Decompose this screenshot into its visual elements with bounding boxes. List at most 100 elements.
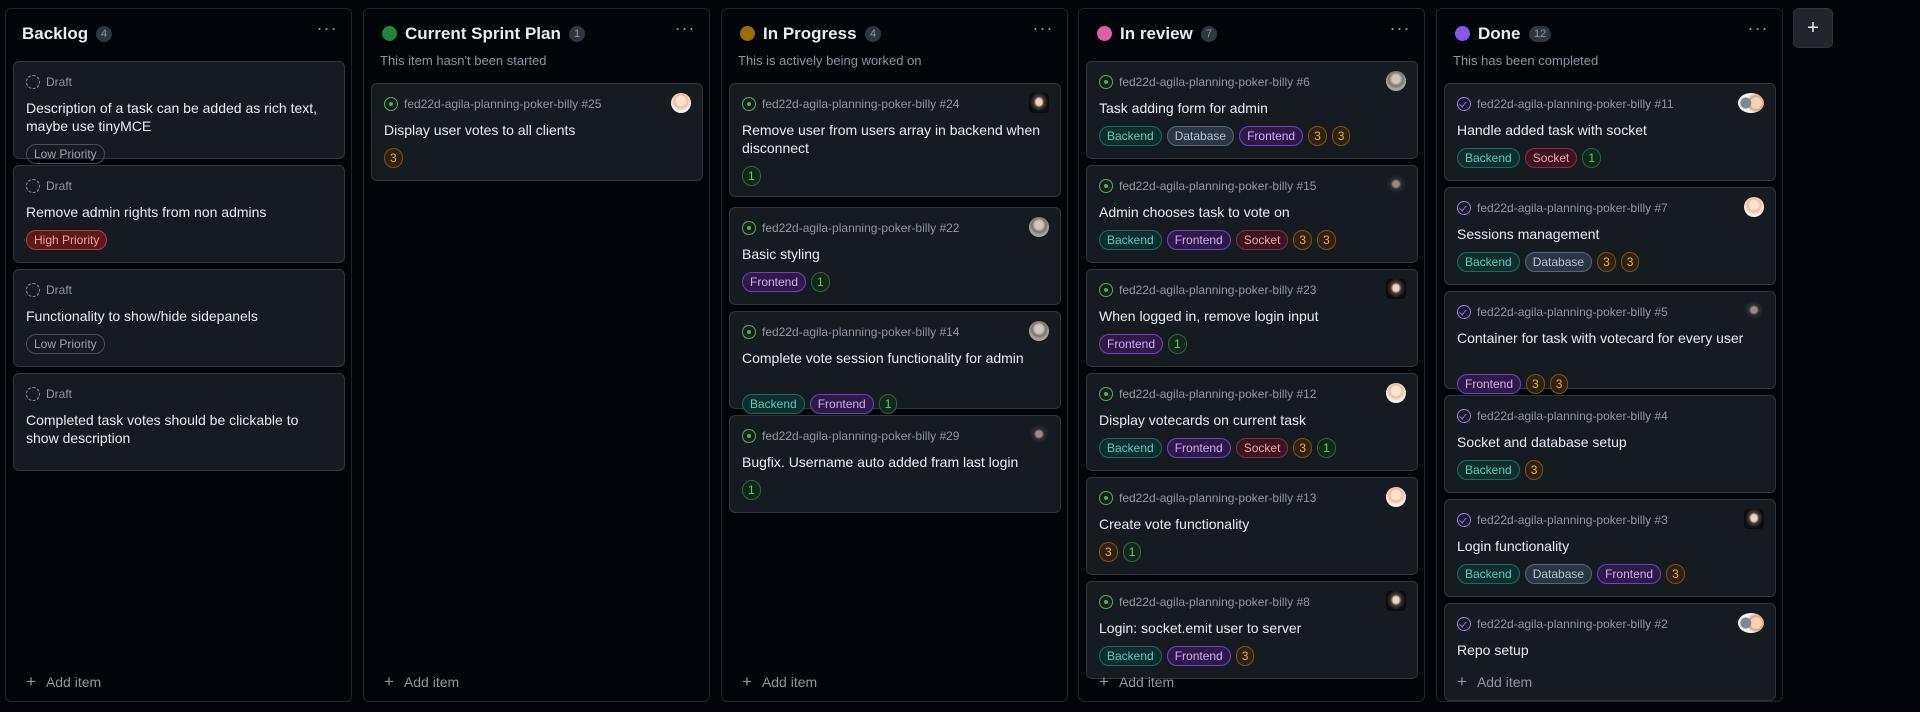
card-meta-text[interactable]: fed22d-agila-planning-poker-billy #13 xyxy=(1119,491,1316,505)
assignee-avatar[interactable] xyxy=(1386,279,1406,299)
open-issue-icon xyxy=(742,429,756,443)
column-menu-button[interactable]: ··· xyxy=(1744,19,1772,43)
estimate-badge: 3 xyxy=(1549,374,1569,394)
card-title[interactable]: When logged in, remove login input xyxy=(1099,307,1399,325)
add-item-button[interactable]: + Add item xyxy=(742,673,817,690)
card-title[interactable]: Container for task with votecard for eve… xyxy=(1457,329,1757,347)
assignee-avatar[interactable] xyxy=(671,93,691,113)
card[interactable]: Draft Description of a task can be added … xyxy=(13,61,345,164)
card-title[interactable]: Login functionality xyxy=(1457,537,1757,555)
card-meta-text[interactable]: fed22d-agila-planning-poker-billy #14 xyxy=(762,325,959,339)
card-meta-text[interactable]: fed22d-agila-planning-poker-billy #3 xyxy=(1477,513,1668,527)
add-item-button[interactable]: + Add item xyxy=(1457,673,1532,690)
card[interactable]: Draft Completed task votes should be clic… xyxy=(13,373,345,471)
card[interactable]: fed22d-agila-planning-poker-billy #8 Logi… xyxy=(1086,581,1418,679)
card[interactable]: fed22d-agila-planning-poker-billy #7 Sess… xyxy=(1444,187,1776,285)
card-title[interactable]: Login: socket.emit user to server xyxy=(1099,619,1399,637)
card[interactable]: fed22d-agila-planning-poker-billy #6 Task… xyxy=(1086,61,1418,159)
label-backend: Backend xyxy=(1099,438,1162,458)
card-title[interactable]: Description of a task can be added as ri… xyxy=(26,99,326,135)
assignee-avatar[interactable] xyxy=(1029,217,1049,237)
card-meta-text[interactable]: fed22d-agila-planning-poker-billy #2 xyxy=(1477,617,1668,631)
card[interactable]: fed22d-agila-planning-poker-billy #11 Han… xyxy=(1444,83,1776,181)
add-item-button[interactable]: + Add item xyxy=(1099,673,1175,690)
card-title[interactable]: Handle added task with socket xyxy=(1457,121,1757,139)
assignee-avatar[interactable] xyxy=(1386,383,1406,403)
column-menu-button[interactable]: ··· xyxy=(313,19,341,43)
card-meta-text[interactable]: fed22d-agila-planning-poker-billy #23 xyxy=(1119,283,1316,297)
card-title[interactable]: Remove user from users array in backend … xyxy=(742,121,1042,157)
card[interactable]: fed22d-agila-planning-poker-billy #12 Dis… xyxy=(1086,373,1418,471)
assignee-avatar[interactable] xyxy=(1029,425,1049,445)
add-item-button[interactable]: + Add item xyxy=(384,673,459,690)
card-meta-text[interactable]: fed22d-agila-planning-poker-billy #4 xyxy=(1477,409,1668,423)
card[interactable]: Draft Functionality to show/hide sidepane… xyxy=(13,269,345,367)
card-labels: Backend Frontend Socket 3 3 xyxy=(1099,230,1336,250)
card[interactable]: fed22d-agila-planning-poker-billy #23 Whe… xyxy=(1086,269,1418,367)
card[interactable]: fed22d-agila-planning-poker-billy #25 Dis… xyxy=(371,83,703,181)
card[interactable]: fed22d-agila-planning-poker-billy #15 Adm… xyxy=(1086,165,1418,263)
card-labels: 1 xyxy=(742,480,761,500)
card[interactable]: fed22d-agila-planning-poker-billy #24 Rem… xyxy=(729,83,1061,197)
assignee-avatar[interactable] xyxy=(1386,71,1406,91)
column-done: Done 12 ··· This has been completed fed22d-a… xyxy=(1436,8,1783,702)
card-meta-text: Draft xyxy=(46,283,73,297)
assignee-avatar[interactable] xyxy=(1744,197,1764,217)
card-title[interactable]: Functionality to show/hide sidepanels xyxy=(26,307,326,325)
card[interactable]: fed22d-agila-planning-poker-billy #4 Sock… xyxy=(1444,395,1776,493)
card-title[interactable]: Display user votes to all clients xyxy=(384,121,684,139)
card-meta-text[interactable]: fed22d-agila-planning-poker-billy #11 xyxy=(1477,97,1674,111)
card-meta-text[interactable]: fed22d-agila-planning-poker-billy #22 xyxy=(762,221,959,235)
card-meta-text[interactable]: fed22d-agila-planning-poker-billy #25 xyxy=(404,97,601,111)
card-meta-text[interactable]: fed22d-agila-planning-poker-billy #24 xyxy=(762,97,959,111)
card-title[interactable]: Bugfix. Username auto added fram last lo… xyxy=(742,453,1042,471)
card-title[interactable]: Complete vote session functionality for … xyxy=(742,349,1042,367)
column-header: Backlog 4 ··· xyxy=(6,9,351,69)
card-title[interactable]: Socket and database setup xyxy=(1457,433,1757,451)
column-header: Current Sprint Plan 1 ··· This item hasn't … xyxy=(364,9,709,69)
card-title[interactable]: Sessions management xyxy=(1457,225,1757,243)
card-title[interactable]: Basic styling xyxy=(742,245,1042,263)
add-column-button[interactable]: + xyxy=(1793,8,1833,48)
label-database: Database xyxy=(1524,564,1593,584)
card-title[interactable]: Display votecards on current task xyxy=(1099,411,1399,429)
assignee-avatar[interactable] xyxy=(1029,93,1049,113)
assignee-avatar[interactable] xyxy=(1744,301,1764,321)
assignee-avatar[interactable] xyxy=(1386,487,1406,507)
card-title[interactable]: Task adding form for admin xyxy=(1099,99,1399,117)
assignee-avatar[interactable] xyxy=(1738,613,1764,633)
card-meta-text[interactable]: fed22d-agila-planning-poker-billy #15 xyxy=(1119,179,1316,193)
card-title[interactable]: Completed task votes should be clickable… xyxy=(26,411,326,447)
card-title[interactable]: Admin chooses task to vote on xyxy=(1099,203,1399,221)
add-item-button[interactable]: + Add item xyxy=(26,673,101,690)
card-title[interactable]: Repo setup xyxy=(1457,641,1757,659)
card-meta-text[interactable]: fed22d-agila-planning-poker-billy #6 xyxy=(1119,75,1310,89)
column-menu-button[interactable]: ··· xyxy=(1386,19,1414,43)
column-title: Done xyxy=(1478,24,1521,43)
card-title[interactable]: Remove admin rights from non admins xyxy=(26,203,326,221)
card[interactable]: fed22d-agila-planning-poker-billy #3 Logi… xyxy=(1444,499,1776,597)
card[interactable]: fed22d-agila-planning-poker-billy #29 Bug… xyxy=(729,415,1061,513)
column-menu-button[interactable]: ··· xyxy=(671,19,699,43)
card-meta-text[interactable]: fed22d-agila-planning-poker-billy #5 xyxy=(1477,305,1668,319)
card[interactable]: fed22d-agila-planning-poker-billy #14 Com… xyxy=(729,311,1061,414)
column-title: In review xyxy=(1120,24,1193,43)
column-menu-button[interactable]: ··· xyxy=(1029,19,1057,43)
card[interactable]: fed22d-agila-planning-poker-billy #13 Cre… xyxy=(1086,477,1418,575)
card-title[interactable]: Create vote functionality xyxy=(1099,515,1399,533)
card-meta-text[interactable]: fed22d-agila-planning-poker-billy #7 xyxy=(1477,201,1668,215)
assignee-avatar[interactable] xyxy=(1386,175,1406,195)
assignee-avatar[interactable] xyxy=(1738,93,1764,113)
card-meta-text[interactable]: fed22d-agila-planning-poker-billy #29 xyxy=(762,429,959,443)
card-meta: fed22d-agila-planning-poker-billy #29 xyxy=(742,428,959,444)
card[interactable]: fed22d-agila-planning-poker-billy #22 Bas… xyxy=(729,207,1061,305)
add-item-label: Add item xyxy=(1118,674,1175,690)
estimate-badge: 3 xyxy=(1620,252,1640,272)
card[interactable]: Draft Remove admin rights from non admins… xyxy=(13,165,345,263)
card-meta-text[interactable]: fed22d-agila-planning-poker-billy #12 xyxy=(1119,387,1316,401)
assignee-avatar[interactable] xyxy=(1744,509,1764,529)
assignee-avatar[interactable] xyxy=(1386,591,1406,611)
card[interactable]: fed22d-agila-planning-poker-billy #5 Cont… xyxy=(1444,291,1776,394)
card-meta-text[interactable]: fed22d-agila-planning-poker-billy #8 xyxy=(1119,595,1310,609)
assignee-avatar[interactable] xyxy=(1029,321,1049,341)
